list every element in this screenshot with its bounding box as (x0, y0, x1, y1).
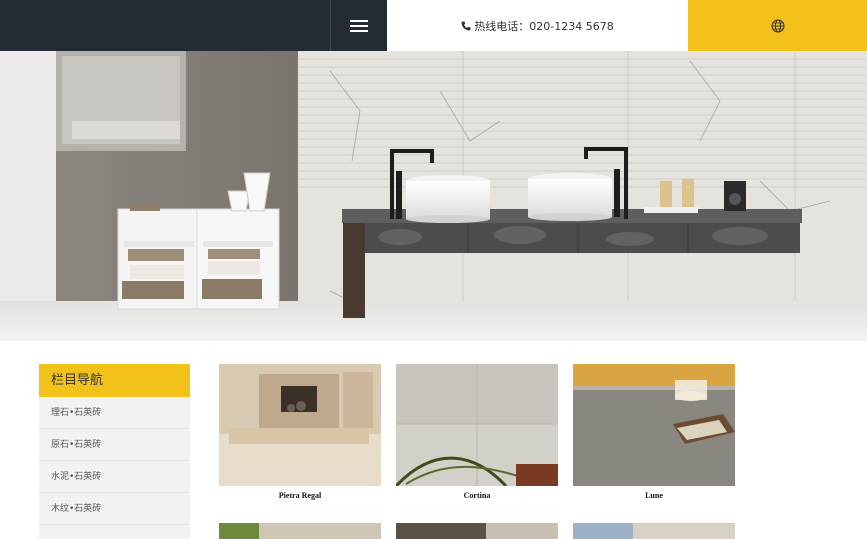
product-image[interactable] (219, 364, 381, 486)
sidebar-title: 栏目导航 (39, 364, 190, 397)
language-button[interactable] (688, 0, 867, 51)
top-bar: 热线电话：020-1234 5678 (0, 0, 867, 51)
hero-banner-image (0, 51, 867, 341)
sidebar-item-stone[interactable]: 原石•石英砖 (39, 429, 190, 461)
product-image[interactable] (396, 523, 558, 539)
product-card[interactable] (573, 523, 735, 539)
hotline-text: 热线电话：020-1234 5678 (474, 19, 614, 33)
phone-icon (461, 21, 471, 30)
product-card[interactable]: Lune (573, 364, 735, 500)
product-card[interactable]: Pietra Regal (219, 364, 381, 500)
product-card[interactable]: Cortina (396, 364, 558, 500)
hero-banner (0, 51, 867, 341)
sidebar-item-wood[interactable]: 木纹•石英砖 (39, 493, 190, 525)
sidebar-nav: 栏目导航 理石•石英砖 原石•石英砖 水泥•石英砖 木纹•石英砖 (39, 364, 190, 539)
hotline: 热线电话：020-1234 5678 (387, 0, 688, 51)
product-caption[interactable]: Cortina (396, 491, 558, 500)
product-image[interactable] (396, 364, 558, 486)
hamburger-menu-icon (350, 19, 368, 32)
product-card[interactable] (396, 523, 558, 539)
menu-button[interactable] (330, 0, 387, 51)
sidebar-item-marble[interactable]: 理石•石英砖 (39, 397, 190, 429)
sidebar-item-cement[interactable]: 水泥•石英砖 (39, 461, 190, 493)
product-caption[interactable]: Pietra Regal (219, 491, 381, 500)
product-image[interactable] (573, 523, 735, 539)
product-card[interactable] (219, 523, 381, 539)
product-image[interactable] (219, 523, 381, 539)
product-caption[interactable]: Lune (573, 491, 735, 500)
globe-icon (771, 19, 784, 32)
product-image[interactable] (573, 364, 735, 486)
